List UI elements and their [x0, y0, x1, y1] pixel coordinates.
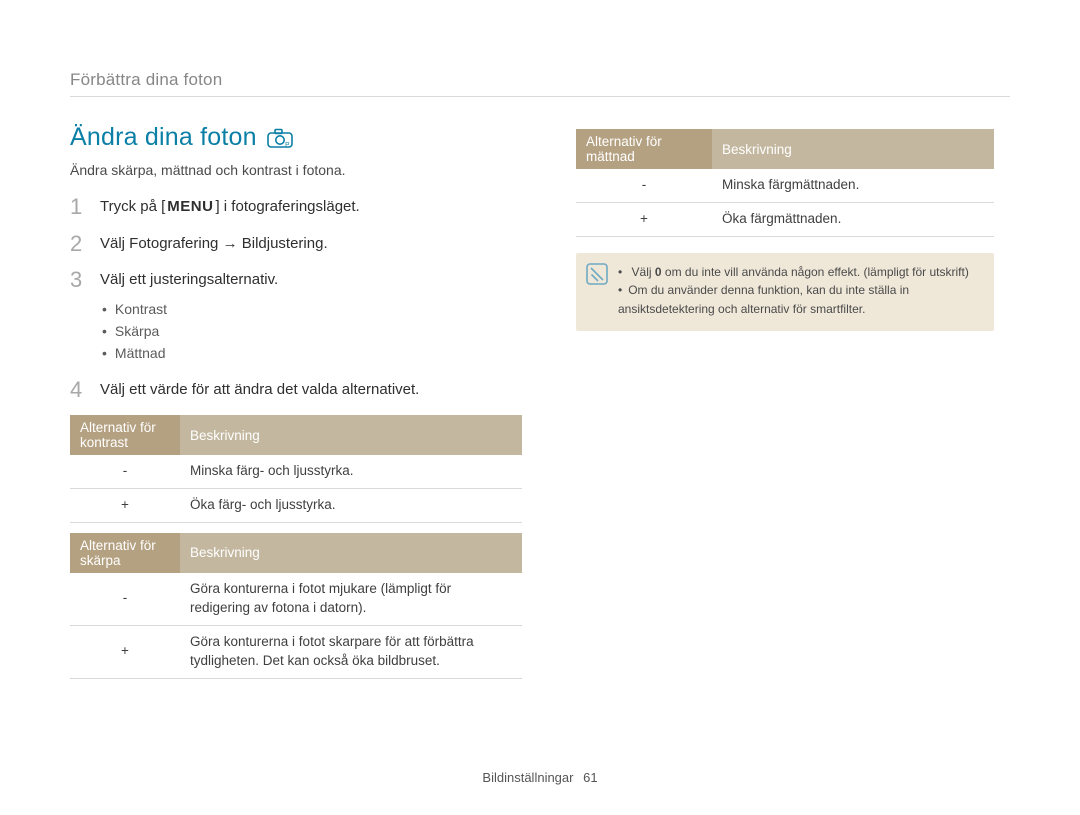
- cell-option: +: [70, 489, 180, 523]
- manual-page: Förbättra dina foton Ändra dina foton P …: [0, 0, 1080, 815]
- bullet-item: Skärpa: [102, 320, 522, 342]
- bullet-item: Kontrast: [102, 298, 522, 320]
- step-text-after: ] i fotograferingsläget.: [215, 198, 359, 215]
- title-row: Ändra dina foton P: [70, 123, 522, 152]
- step-4: 4 Välj ett värde för att ändra det valda…: [70, 379, 522, 402]
- step-body: Tryck på [MENU] i fotograferingsläget.: [100, 196, 522, 219]
- menu-label: MENU: [165, 196, 215, 219]
- cell-desc: Göra konturerna i fotot skarpare för att…: [180, 625, 522, 678]
- step-body: Välj ett justeringsalternativ. Kontrast …: [100, 269, 522, 365]
- cell-option: +: [70, 625, 180, 678]
- cell-desc: Öka färg- och ljusstyrka.: [180, 489, 522, 523]
- table-header: Beskrivning: [712, 129, 994, 169]
- note-text-after: om du inte vill använda någon effekt. (l…: [662, 265, 969, 279]
- table-header: Beskrivning: [180, 415, 522, 455]
- camera-icon: P: [267, 128, 293, 148]
- cell-desc: Öka färgmättnaden.: [712, 202, 994, 236]
- page-title: Ändra dina foton: [70, 123, 257, 152]
- table-header: Alternativ för skärpa: [70, 533, 180, 573]
- step-body: Välj ett värde för att ändra det valda a…: [100, 379, 522, 402]
- step-3: 3 Välj ett justeringsalternativ. Kontras…: [70, 269, 522, 365]
- note-item: Om du använder denna funktion, kan du in…: [618, 281, 980, 318]
- note-text-before: Välj: [632, 265, 655, 279]
- bullet-list: Kontrast Skärpa Mättnad: [102, 298, 522, 365]
- table-row: + Öka färgmättnaden.: [576, 202, 994, 236]
- table-header: Alternativ för mättnad: [576, 129, 712, 169]
- cell-desc: Minska färg- och ljusstyrka.: [180, 455, 522, 488]
- table-row: + Öka färg- och ljusstyrka.: [70, 489, 522, 523]
- table-row: - Minska färgmättnaden.: [576, 169, 994, 202]
- table-row: - Minska färg- och ljusstyrka.: [70, 455, 522, 488]
- footer-section: Bildinställningar: [482, 770, 573, 785]
- table-header: Beskrivning: [180, 533, 522, 573]
- step-body: Välj Fotografering → Bildjustering.: [100, 233, 522, 256]
- svg-text:P: P: [285, 141, 289, 148]
- table-row: + Göra konturerna i fotot skarpare för a…: [70, 625, 522, 678]
- step-number: 4: [70, 379, 86, 402]
- contrast-table: Alternativ för kontrast Beskrivning - Mi…: [70, 415, 522, 523]
- cell-desc: Göra konturerna i fotot mjukare (lämplig…: [180, 573, 522, 625]
- page-number: 61: [583, 770, 597, 785]
- step-number: 2: [70, 233, 86, 256]
- step-1: 1 Tryck på [MENU] i fotograferingsläget.: [70, 196, 522, 219]
- step-number: 1: [70, 196, 86, 219]
- subtitle: Ändra skärpa, mättnad och kontrast i fot…: [70, 162, 522, 178]
- table-row: - Göra konturerna i fotot mjukare (lämpl…: [70, 573, 522, 625]
- step-text: Välj ett justeringsalternativ.: [100, 271, 278, 288]
- cell-option: -: [576, 169, 712, 202]
- note-box: Välj 0 om du inte vill använda någon eff…: [576, 253, 994, 331]
- breadcrumb: Förbättra dina foton: [70, 70, 1010, 97]
- table-header: Alternativ för kontrast: [70, 415, 180, 455]
- footer: Bildinställningar 61: [0, 770, 1080, 785]
- cell-option: +: [576, 202, 712, 236]
- note-item: Välj 0 om du inte vill använda någon eff…: [618, 263, 980, 282]
- cell-option: -: [70, 573, 180, 625]
- note-list: Välj 0 om du inte vill använda någon eff…: [618, 263, 980, 319]
- sharpness-table: Alternativ för skärpa Beskrivning - Göra…: [70, 533, 522, 679]
- step-text-before: Tryck på [: [100, 198, 165, 215]
- left-column: Ändra dina foton P Ändra skärpa, mättnad…: [70, 123, 522, 689]
- right-column: Alternativ för mättnad Beskrivning - Min…: [576, 123, 994, 689]
- note-bold: 0: [655, 265, 662, 279]
- cell-option: -: [70, 455, 180, 488]
- step-2: 2 Välj Fotografering → Bildjustering.: [70, 233, 522, 256]
- content-columns: Ändra dina foton P Ändra skärpa, mättnad…: [70, 123, 1010, 689]
- cell-desc: Minska färgmättnaden.: [712, 169, 994, 202]
- saturation-table: Alternativ för mättnad Beskrivning - Min…: [576, 129, 994, 237]
- step-number: 3: [70, 269, 86, 365]
- bullet-item: Mättnad: [102, 342, 522, 364]
- note-icon: [586, 263, 608, 285]
